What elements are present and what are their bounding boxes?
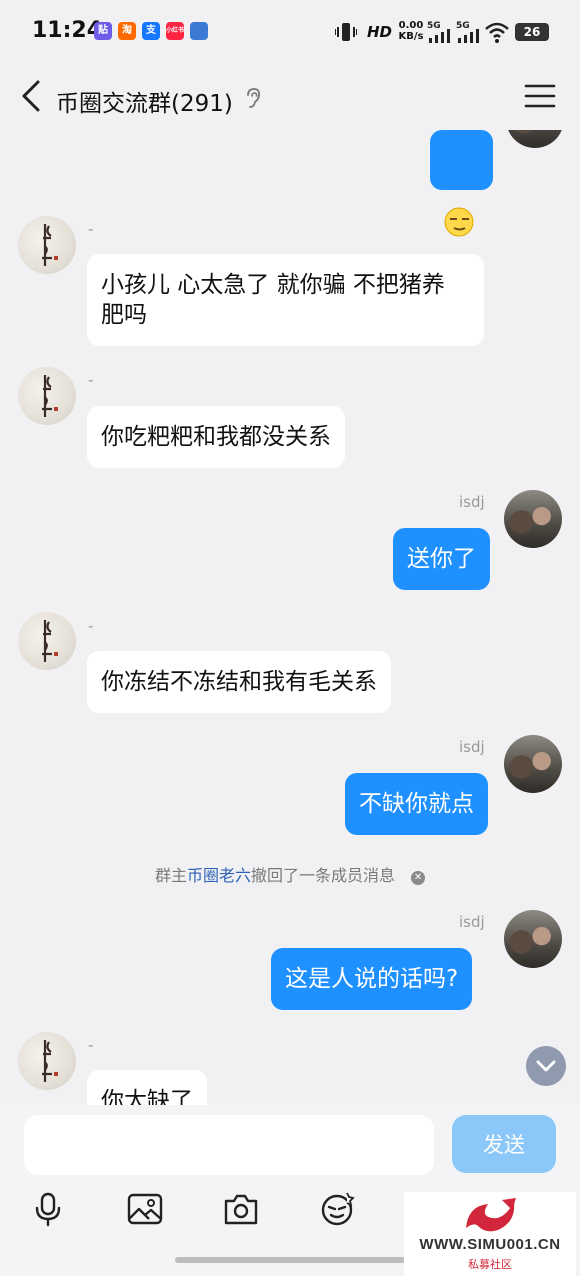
site-logo-icon	[466, 1198, 516, 1232]
scroll-to-bottom-button[interactable]	[526, 1046, 566, 1086]
signal-label-2: 5G	[456, 21, 470, 31]
hongbao-app-icon: 小红书	[166, 22, 184, 40]
calligraphy-avatar-icon	[42, 375, 58, 417]
message-bubble[interactable]: 你太缺了	[87, 1070, 207, 1105]
message-bubble[interactable]: 小孩儿 心太急了 就你骗 不把猪养 肥吗	[87, 254, 484, 346]
home-indicator[interactable]	[175, 1257, 405, 1263]
status-bar: 11:24 贴 淘 支 小红书 HD 0.00 KB/s 5G 5G 26	[0, 0, 580, 64]
group-title[interactable]: 币圈交流群(291)	[56, 84, 233, 118]
image-icon[interactable]	[127, 1191, 163, 1227]
signal-icon-2: 5G	[456, 21, 479, 43]
alipay-app-icon: 支	[142, 22, 160, 40]
wifi-icon	[485, 22, 509, 43]
close-icon[interactable]: ✕	[411, 871, 426, 885]
network-speed-value: 0.00	[398, 20, 424, 31]
avatar[interactable]	[504, 910, 562, 968]
watermark: WWW.SIMU001.CN 私募社区	[404, 1192, 576, 1276]
smirk-emoji-icon	[444, 207, 474, 237]
microphone-icon[interactable]	[30, 1191, 66, 1227]
calligraphy-avatar-icon	[42, 224, 58, 266]
sender-name: isdj	[459, 913, 485, 931]
back-button[interactable]	[14, 78, 50, 114]
taobao-app-icon: 淘	[118, 22, 136, 40]
hd-icon: HD	[367, 23, 393, 41]
menu-button[interactable]	[524, 82, 556, 110]
camera-icon[interactable]	[223, 1191, 259, 1227]
network-speed-unit: KB/s	[398, 31, 424, 42]
message-input[interactable]	[24, 1115, 434, 1175]
status-indicators: HD 0.00 KB/s 5G 5G 26	[335, 16, 560, 48]
avatar[interactable]	[18, 1032, 76, 1090]
signal-icon: 5G	[427, 21, 450, 43]
battery-indicator: 26	[515, 23, 549, 41]
sender-name: isdj	[459, 738, 485, 756]
message-bubble[interactable]: 送你了	[393, 528, 490, 590]
recall-notice: 群主币圈老六撤回了一条成员消息 ✕	[0, 862, 580, 886]
avatar[interactable]	[18, 367, 76, 425]
chevron-down-icon	[536, 1060, 556, 1072]
chat-header: 币圈交流群(291)	[0, 64, 580, 130]
watermark-subtitle: 私募社区	[468, 1258, 512, 1271]
message-bubble[interactable]: 你吃粑粑和我都没关系	[87, 406, 345, 468]
recall-prefix: 群主	[154, 866, 187, 885]
send-button[interactable]: 发送	[452, 1115, 556, 1173]
watermark-url: WWW.SIMU001.CN	[419, 1236, 561, 1253]
ear-icon[interactable]	[243, 86, 263, 110]
message-list[interactable]: - 小孩儿 心太急了 就你骗 不把猪养 肥吗 - 你吃粑粑和我都没关系 isdj…	[0, 130, 580, 1105]
message-bubble[interactable]: 你冻结不冻结和我有毛关系	[87, 651, 391, 713]
vibrate-icon	[335, 23, 357, 41]
network-speed: 0.00 KB/s	[397, 20, 425, 42]
sender-name: -	[88, 617, 94, 635]
avatar[interactable]	[18, 216, 76, 274]
sender-name: -	[88, 1036, 94, 1054]
signal-label: 5G	[427, 21, 441, 31]
notification-icons: 贴 淘 支 小红书	[94, 22, 208, 40]
sender-name: -	[88, 220, 94, 238]
avatar[interactable]	[18, 612, 76, 670]
avatar[interactable]	[504, 490, 562, 548]
recall-suffix: 撤回了一条成员消息	[251, 866, 396, 885]
avatar[interactable]	[504, 735, 562, 793]
avatar[interactable]	[506, 130, 564, 148]
sender-name: isdj	[459, 493, 485, 511]
calligraphy-avatar-icon	[42, 1040, 58, 1082]
sender-name: -	[88, 371, 94, 389]
status-time: 11:24	[32, 18, 103, 43]
chat-app-icon	[190, 22, 208, 40]
message-bubble[interactable]: 这是人说的话吗?	[271, 948, 473, 1010]
sticker-bubble[interactable]	[430, 130, 493, 237]
paste-app-icon: 贴	[94, 22, 112, 40]
sticker-icon[interactable]	[319, 1191, 355, 1227]
message-bubble[interactable]: 不缺你就点	[345, 773, 488, 835]
calligraphy-avatar-icon	[42, 620, 58, 662]
admin-name-link[interactable]: 币圈老六	[187, 866, 251, 885]
